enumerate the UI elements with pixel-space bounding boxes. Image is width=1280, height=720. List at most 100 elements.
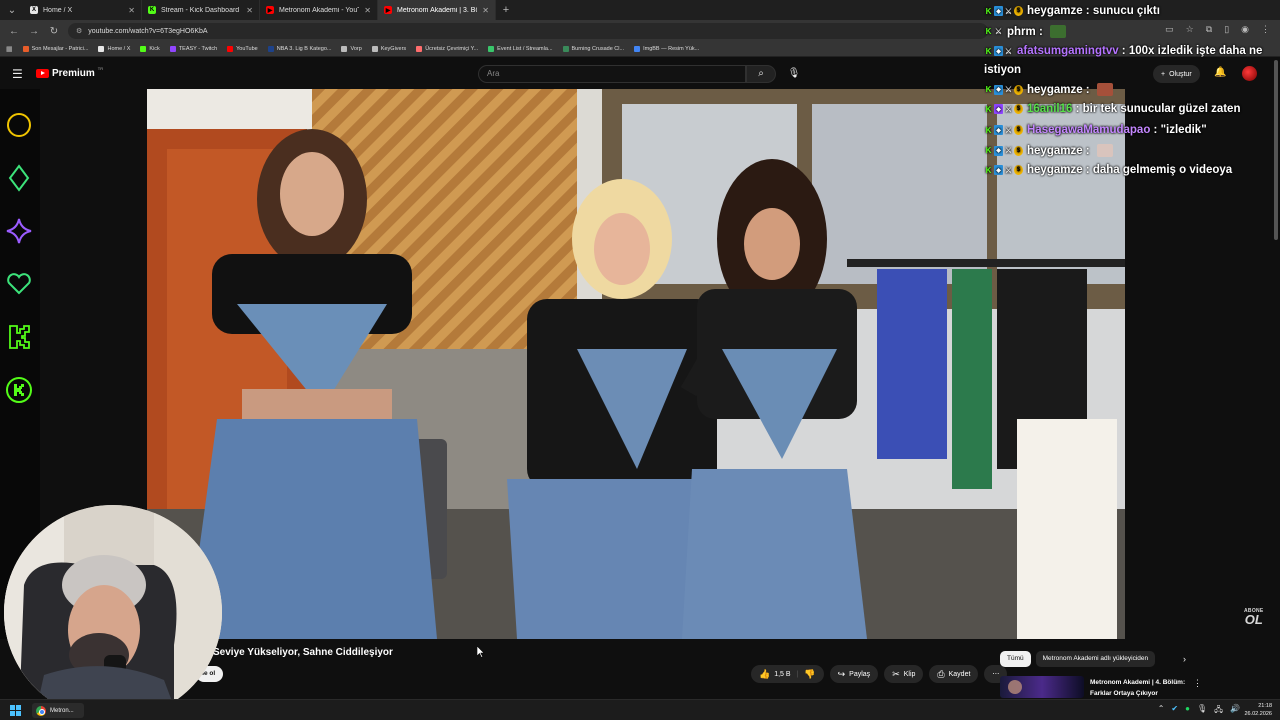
profile-icon[interactable]: ◉ xyxy=(1241,24,1249,35)
bookmark-label: NBA 3. Lig B Katego... xyxy=(276,46,332,52)
chat-username[interactable]: heygamze xyxy=(1027,5,1083,17)
bookmark-item[interactable]: Son Mesajlar - Patrici... xyxy=(22,46,88,52)
windows-start-icon[interactable] xyxy=(10,705,21,716)
split-view-icon[interactable]: ▯ xyxy=(1224,24,1229,35)
search-input[interactable]: Ara xyxy=(478,65,746,83)
bookmark-star-icon[interactable]: ☆ xyxy=(1186,24,1194,35)
tab-search-icon[interactable]: ⌄ xyxy=(0,0,24,20)
tray-app-icon[interactable]: ✔ xyxy=(1171,704,1178,718)
volume-icon[interactable]: 🔊 xyxy=(1230,704,1240,718)
mic-tray-icon[interactable]: 🎙 xyxy=(1197,704,1207,718)
tab-close-icon[interactable]: ✕ xyxy=(246,6,253,15)
taskbar-chrome-app[interactable]: Metron... xyxy=(32,703,84,718)
rec-more-icon[interactable]: ⋮ xyxy=(1193,678,1202,689)
webcam-overlay xyxy=(4,505,222,720)
chat-text-wrap: istiyon xyxy=(984,64,1022,76)
like-button[interactable]: 👍 1,5 B | 👎 xyxy=(751,665,824,683)
site-info-icon[interactable]: ⚙ xyxy=(76,27,82,35)
spotify-icon[interactable]: ● xyxy=(1185,704,1190,718)
chat-message: K ◆ ⚔ $ heygamze : daha gelmemiş o videoya xyxy=(984,164,1233,176)
address-bar: ← → ↻ ⚙ youtube.com/watch?v=6T3egHO6KbA … xyxy=(0,20,1280,42)
chat-message: K ◆ ⚔ $16anil16 : bir tek sunucular güzel z… xyxy=(984,103,1241,115)
tray-chevron-icon[interactable]: ⌃ xyxy=(1158,704,1165,718)
chat-username[interactable]: HasegawaMamudapao xyxy=(1027,124,1150,136)
bookmark-item[interactable]: Burning Crusade Cl... xyxy=(562,46,624,52)
video-player[interactable] xyxy=(147,89,1125,639)
bookmark-item[interactable]: Event List / Streamla... xyxy=(488,46,553,52)
bookmark-item[interactable]: ImgBB — Resim Yük... xyxy=(634,46,699,52)
browser-tab[interactable]: ▶ Metronom Akademi - YouTube ✕ xyxy=(260,0,378,20)
bookmark-item[interactable]: KeyGivers xyxy=(371,46,406,52)
chat-username[interactable]: heygamze xyxy=(1027,84,1083,96)
badge-sword-icon: ⚔ xyxy=(1004,46,1013,56)
clip-button[interactable]: ✂ Klip xyxy=(884,665,924,683)
search-button[interactable]: ⌕ xyxy=(746,65,776,83)
rec-title-line1: Metronom Akademi | 4. Bölüm: xyxy=(1090,679,1186,686)
rec-title-line2: Farklar Ortaya Çıkıyor xyxy=(1090,690,1158,697)
browser-tab[interactable]: X Home / X ✕ xyxy=(24,0,142,20)
cast-icon[interactable]: ▭ xyxy=(1165,24,1174,35)
badge-gold-icon: $ xyxy=(1014,84,1023,95)
browser-tab[interactable]: ▶ Metronom Akademi | 3. Böl ✕ xyxy=(378,0,496,20)
tab-favicon-icon: ▶ xyxy=(266,6,274,14)
new-tab-button[interactable]: + xyxy=(496,4,516,16)
recommended-video[interactable]: Metronom Akademi | 4. Bölüm: Farklar Ort… xyxy=(1000,676,1260,698)
apps-icon[interactable]: ▦ xyxy=(6,45,13,53)
tab-title: Metronom Akademi | 3. Böl xyxy=(397,6,478,14)
reload-icon[interactable]: ↻ xyxy=(48,26,60,37)
tab-close-icon[interactable]: ✕ xyxy=(482,6,489,15)
voice-search-button[interactable]: 🎙 xyxy=(784,65,804,83)
create-button[interactable]: + Oluştur xyxy=(1153,65,1200,83)
tab-favicon-icon: ▶ xyxy=(384,6,392,14)
youtube-logo[interactable]: Premium TR xyxy=(36,66,103,79)
bookmark-item[interactable]: TEASY - Twitch xyxy=(169,46,217,52)
chat-username[interactable]: phrm xyxy=(1007,26,1036,38)
scissors-icon: ✂ xyxy=(892,668,900,679)
forward-icon[interactable]: → xyxy=(28,26,40,37)
share-button[interactable]: ↪ Paylaş xyxy=(829,665,879,683)
chat-username[interactable]: afatsumgamingtvv xyxy=(1017,45,1119,57)
tab-close-icon[interactable]: ✕ xyxy=(128,6,135,15)
taskbar: Metron... ⌃ ✔ ● 🎙 🖧 🔊 21:18 26.02.2026 xyxy=(0,699,1280,720)
bookmark-favicon-icon xyxy=(22,46,29,52)
avatar[interactable] xyxy=(1242,66,1257,81)
hamburger-menu-icon[interactable]: ☰ xyxy=(12,67,23,81)
menu-icon[interactable]: ⋮ xyxy=(1261,24,1270,35)
url-field[interactable]: ⚙ youtube.com/watch?v=6T3egHO6KbA xyxy=(68,23,988,39)
back-icon[interactable]: ← xyxy=(8,26,20,37)
chat-username[interactable]: heygamze xyxy=(1027,164,1083,176)
bookmark-item[interactable]: Kick xyxy=(140,46,160,52)
save-label: Kaydet xyxy=(948,670,971,678)
page-scrollbar[interactable] xyxy=(1274,60,1278,240)
badge-gold-icon: $ xyxy=(1014,145,1023,156)
badge-sword-icon: ⚔ xyxy=(994,27,1003,36)
bookmark-favicon-icon xyxy=(488,46,495,52)
chat-username[interactable]: 16anil16 xyxy=(1027,103,1072,115)
chip-all[interactable]: Tümü xyxy=(1000,651,1031,667)
chat-badges: K ◆ ⚔ $ xyxy=(984,84,1023,95)
bookmark-item[interactable]: YouTube xyxy=(227,46,258,52)
badge-gold-icon: $ xyxy=(1014,165,1023,175)
chevron-right-icon[interactable]: › xyxy=(1183,654,1186,664)
notifications-bell-icon[interactable]: 🔔 xyxy=(1214,67,1226,78)
bookmark-item[interactable]: Vorp xyxy=(341,46,362,52)
like-count: 1,5 B xyxy=(774,670,791,678)
thumbs-down-icon[interactable]: 👎 xyxy=(804,669,815,680)
bookmark-item[interactable]: NBA 3. Lig B Katego... xyxy=(267,46,332,52)
extensions-icon[interactable]: ⧉ xyxy=(1206,24,1212,35)
clock[interactable]: 21:18 26.02.2026 xyxy=(1244,702,1272,718)
bookmark-item[interactable]: Ücretsiz Çevrimiçi Y... xyxy=(416,46,478,52)
chip-from-uploader[interactable]: Metronom Akademi adlı yükleyiciden xyxy=(1035,651,1156,667)
badge-gold-icon: $ xyxy=(1014,104,1023,114)
save-button[interactable]: ⎙ Kaydet xyxy=(929,665,979,683)
chat-text: daha gelmemiş o videoya xyxy=(1092,164,1233,176)
bookmark-icon: ⎙ xyxy=(937,668,945,679)
tab-close-icon[interactable]: ✕ xyxy=(364,6,371,15)
chat-username[interactable]: heygamze xyxy=(1027,145,1083,157)
bookmark-item[interactable]: Home / X xyxy=(98,46,130,52)
share-label: Paylaş xyxy=(849,670,871,678)
bookmark-label: Kick xyxy=(149,46,160,52)
browser-tab[interactable]: K Stream - Kick Dashboard ✕ xyxy=(142,0,260,20)
network-icon[interactable]: 🖧 xyxy=(1214,704,1223,718)
bookmark-favicon-icon xyxy=(416,46,423,52)
